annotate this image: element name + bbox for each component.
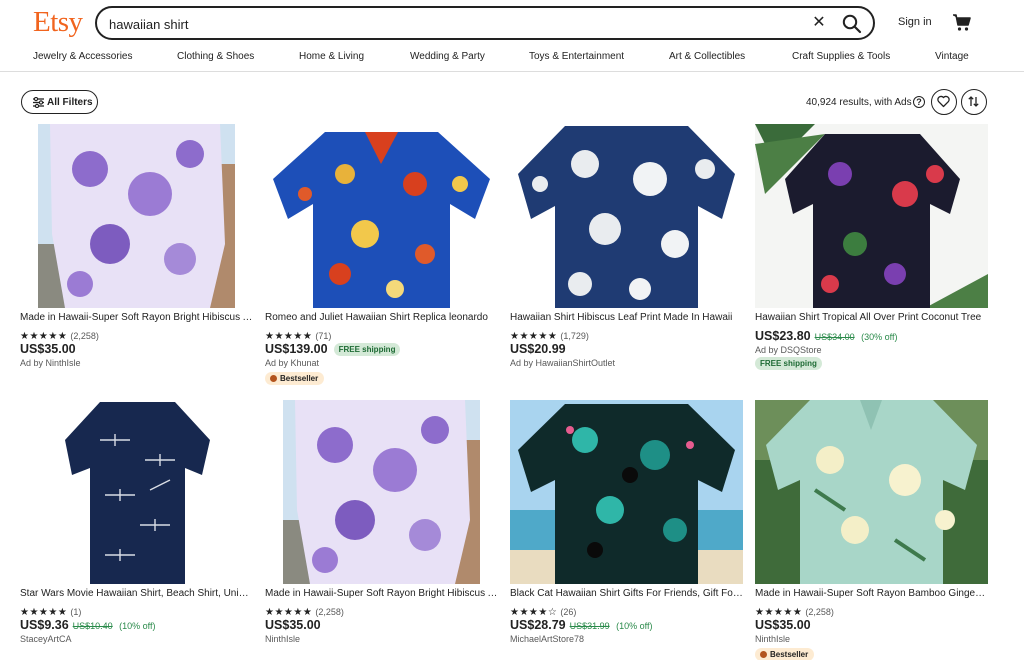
heart-icon bbox=[937, 95, 950, 108]
discount-label: (30% off) bbox=[861, 332, 898, 342]
discount-label: (10% off) bbox=[119, 621, 156, 631]
shop-name[interactable]: StaceyArtCA bbox=[20, 634, 72, 644]
price-row: US$35.00 bbox=[265, 616, 321, 634]
sign-in-link[interactable]: Sign in bbox=[898, 16, 932, 28]
listing-card[interactable]: Made in Hawaii-Super Soft Rayon Bright H… bbox=[20, 124, 253, 394]
listing-card[interactable]: Black Cat Hawaiian Shirt Gifts For Frien… bbox=[510, 400, 743, 660]
nav-home-living[interactable]: Home & Living bbox=[299, 51, 364, 62]
listing-price: US$23.80 bbox=[755, 329, 811, 343]
listing-title[interactable]: Hawaiian Shirt Tropical All Over Print C… bbox=[755, 312, 988, 323]
nav-art-collectibles[interactable]: Art & Collectibles bbox=[669, 51, 745, 62]
sort-button[interactable] bbox=[961, 89, 987, 115]
listing-title[interactable]: Star Wars Movie Hawaiian Shirt, Beach Sh… bbox=[20, 588, 253, 599]
listing-title[interactable]: Made in Hawaii-Super Soft Rayon Bright H… bbox=[265, 588, 498, 599]
listing-rating: ★★★★★ (2,258) bbox=[20, 326, 99, 342]
nav-jewelry-accessories[interactable]: Jewelry & Accessories bbox=[33, 51, 132, 62]
listing-rating: ★★★★★ (2,258) bbox=[755, 602, 834, 618]
search-input[interactable] bbox=[109, 15, 789, 33]
price-row: US$28.79 US$31.99 (10% off) bbox=[510, 616, 652, 634]
listing-rating: ★★★★☆ (26) bbox=[510, 602, 576, 618]
listing-card[interactable]: Hawaiian Shirt Hibiscus Leaf Print Made … bbox=[510, 124, 743, 394]
shop-name[interactable]: Ad by Khunat bbox=[265, 358, 319, 368]
free-shipping-badge: FREE shipping bbox=[755, 357, 822, 370]
price-row: US$9.36 US$10.40 (10% off) bbox=[20, 616, 156, 634]
listing-title[interactable]: Made in Hawaii-Super Soft Rayon Bamboo G… bbox=[755, 588, 988, 599]
bestseller-badge: Bestseller bbox=[265, 372, 325, 385]
nav-toys-entertainment[interactable]: Toys & Entertainment bbox=[529, 51, 624, 62]
original-price: US$31.99 bbox=[569, 621, 610, 631]
listing-title[interactable]: Black Cat Hawaiian Shirt Gifts For Frien… bbox=[510, 588, 743, 599]
listing-card[interactable]: Star Wars Movie Hawaiian Shirt, Beach Sh… bbox=[20, 400, 253, 660]
shop-name[interactable]: Ad by DSQStore bbox=[755, 345, 822, 355]
nav-wedding-party[interactable]: Wedding & Party bbox=[410, 51, 485, 62]
discount-label: (10% off) bbox=[616, 621, 653, 631]
category-nav: Jewelry & Accessories Clothing & Shoes H… bbox=[0, 51, 1024, 65]
listing-price: US$35.00 bbox=[755, 618, 811, 632]
shop-name[interactable]: NinthIsle bbox=[265, 634, 300, 644]
listing-price: US$139.00 bbox=[265, 342, 328, 356]
search-bar: ✕ bbox=[95, 6, 875, 40]
listing-price: US$9.36 bbox=[20, 618, 69, 632]
etsy-logo[interactable]: Etsy bbox=[33, 6, 83, 39]
listing-image[interactable] bbox=[20, 400, 253, 584]
listing-rating: ★★★★★ (71) bbox=[265, 326, 331, 342]
listing-card[interactable]: Romeo and Juliet Hawaiian Shirt Replica … bbox=[265, 124, 498, 394]
listing-price: US$35.00 bbox=[20, 342, 76, 356]
listing-image[interactable] bbox=[755, 124, 988, 308]
cart-icon[interactable] bbox=[952, 12, 972, 32]
listing-rating: ★★★★★ (2,258) bbox=[265, 602, 344, 618]
listing-image[interactable] bbox=[265, 400, 498, 584]
favorite-search-button[interactable] bbox=[931, 89, 957, 115]
listing-price: US$20.99 bbox=[510, 342, 566, 356]
original-price: US$10.40 bbox=[72, 621, 113, 631]
nav-clothing-shoes[interactable]: Clothing & Shoes bbox=[177, 51, 254, 62]
price-row: US$23.80 US$34.00 (30% off) bbox=[755, 327, 897, 345]
nav-craft-supplies-tools[interactable]: Craft Supplies & Tools bbox=[792, 51, 890, 62]
bestseller-badge: Bestseller bbox=[755, 648, 815, 660]
shop-name[interactable]: MichaelArtStore78 bbox=[510, 634, 584, 644]
listing-card[interactable]: Hawaiian Shirt Tropical All Over Print C… bbox=[755, 124, 988, 394]
all-filters-label: All Filters bbox=[47, 97, 93, 108]
site-header: Etsy ✕ Sign in Jewelry & Accessories Clo… bbox=[0, 0, 1024, 72]
listing-image[interactable] bbox=[20, 124, 253, 308]
listing-card[interactable]: Made in Hawaii-Super Soft Rayon Bamboo G… bbox=[755, 400, 988, 660]
shop-name[interactable]: Ad by HawaiianShirtOutlet bbox=[510, 358, 615, 368]
results-count: 40,924 results, with Ads bbox=[806, 97, 912, 108]
listing-title[interactable]: Hawaiian Shirt Hibiscus Leaf Print Made … bbox=[510, 312, 743, 323]
close-icon[interactable]: ✕ bbox=[809, 13, 829, 33]
listing-image[interactable] bbox=[755, 400, 988, 584]
original-price: US$34.00 bbox=[814, 332, 855, 342]
bestseller-label: Bestseller bbox=[280, 374, 319, 383]
listing-price: US$35.00 bbox=[265, 618, 321, 632]
shop-name[interactable]: Ad by NinthIsle bbox=[20, 358, 81, 368]
listing-image[interactable] bbox=[510, 400, 743, 584]
bestseller-label: Bestseller bbox=[770, 650, 809, 659]
price-row: US$139.00 FREE shipping bbox=[265, 340, 401, 358]
award-icon bbox=[270, 375, 277, 382]
shop-name[interactable]: NinthIsle bbox=[755, 634, 790, 644]
listing-card[interactable]: Made in Hawaii-Super Soft Rayon Bright H… bbox=[265, 400, 498, 660]
sort-arrows-icon bbox=[968, 96, 979, 107]
price-row: US$20.99 bbox=[510, 340, 566, 358]
listing-rating: ★★★★★ (1) bbox=[20, 602, 81, 618]
listing-rating: ★★★★★ (1,729) bbox=[510, 326, 589, 342]
nav-vintage[interactable]: Vintage bbox=[935, 51, 969, 62]
sliders-icon bbox=[33, 97, 44, 108]
free-shipping-badge: FREE shipping bbox=[333, 343, 401, 356]
all-filters-button[interactable]: All Filters bbox=[21, 90, 98, 114]
listing-title[interactable]: Made in Hawaii-Super Soft Rayon Bright H… bbox=[20, 312, 253, 323]
listing-image[interactable] bbox=[265, 124, 498, 308]
listing-price: US$28.79 bbox=[510, 618, 566, 632]
listing-title[interactable]: Romeo and Juliet Hawaiian Shirt Replica … bbox=[265, 312, 498, 323]
search-icon[interactable] bbox=[841, 13, 863, 35]
award-icon bbox=[760, 651, 767, 658]
listing-image[interactable] bbox=[510, 124, 743, 308]
price-row: US$35.00 bbox=[20, 340, 76, 358]
price-row: US$35.00 bbox=[755, 616, 811, 634]
question-circle-icon[interactable]: ? bbox=[913, 96, 925, 108]
